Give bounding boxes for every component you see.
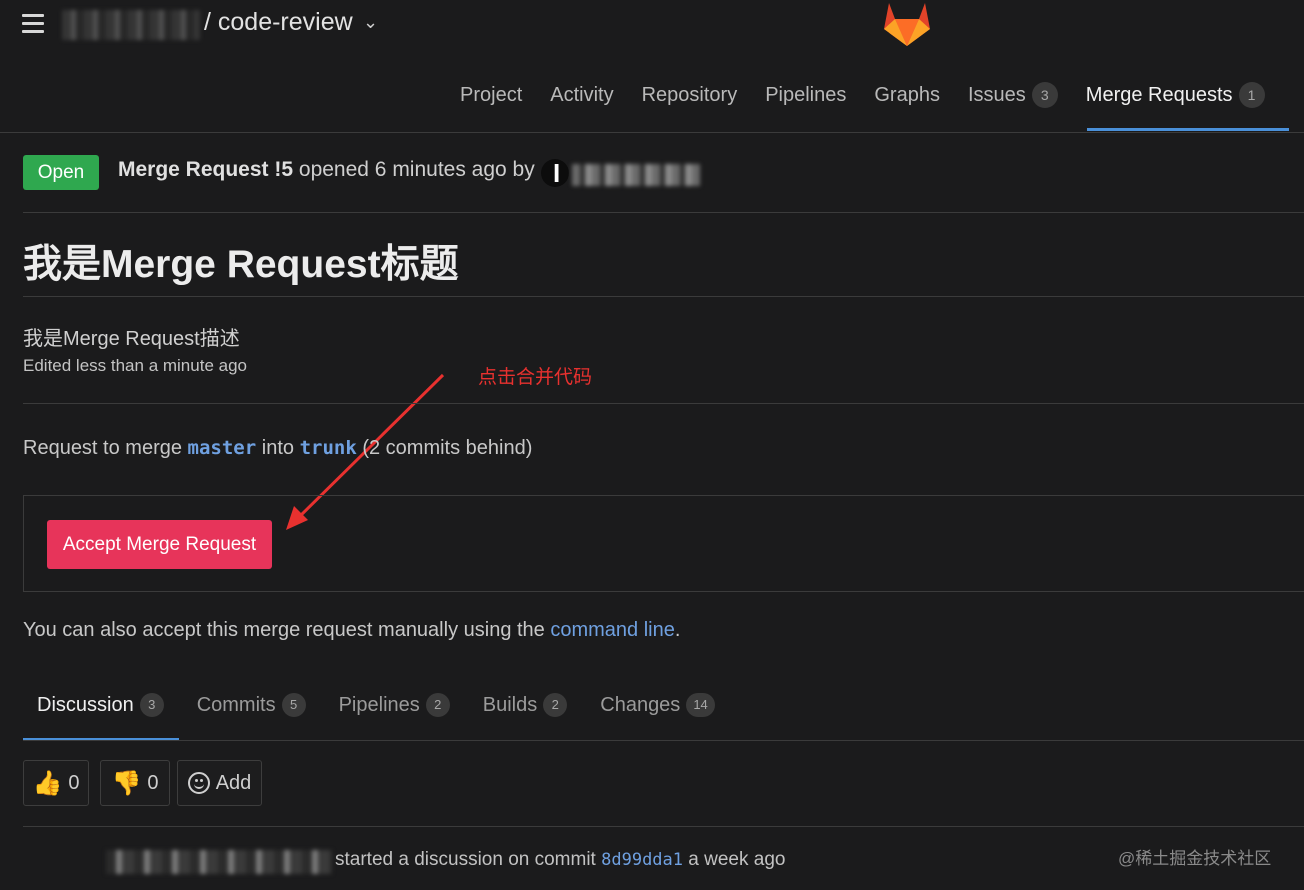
merge-requests-count-badge: 1 <box>1238 82 1265 108</box>
commits-behind: (2 commits behind) <box>362 437 533 459</box>
nav-active-underline <box>1087 128 1289 131</box>
source-branch[interactable]: master <box>188 437 257 459</box>
tab-changes[interactable]: Changes 14 <box>586 690 729 720</box>
nav-repository[interactable]: Repository <box>642 80 738 110</box>
discussion-entry: started a discussion on commit 8d99dda1 … <box>335 849 785 871</box>
discussion-time: a week ago <box>688 849 786 870</box>
tab-discussion[interactable]: Discussion 3 <box>23 690 178 720</box>
mr-tabs: Discussion 3 Commits 5 Pipelines 2 Builds 2 … <box>23 690 734 720</box>
accept-merge-request-button[interactable]: Accept Merge Request <box>47 520 272 569</box>
changes-count-badge: 14 <box>686 693 715 717</box>
divider <box>23 212 1304 213</box>
mr-description: 我是Merge Request描述 <box>23 328 240 350</box>
manual-merge-hint: You can also accept this merge request m… <box>23 619 680 642</box>
thumbs-down-count: 0 <box>147 771 159 794</box>
gitlab-logo[interactable] <box>880 0 934 48</box>
project-owner-redacted <box>62 10 200 40</box>
pipelines-count-badge: 2 <box>425 693 450 717</box>
manual-suffix: . <box>674 619 681 641</box>
page-title: 我是Merge Request标题 <box>23 243 459 286</box>
divider <box>23 740 1304 741</box>
header-divider <box>0 132 1304 133</box>
text-cursor-icon: I <box>553 158 561 188</box>
discussion-author-redacted[interactable] <box>106 850 332 874</box>
thumbs-down-button[interactable]: 👎 0 <box>100 760 170 806</box>
edited-timestamp: Edited less than a minute ago <box>23 356 247 375</box>
discussion-text: started a discussion on commit <box>335 849 596 870</box>
mr-reference: Merge Request !5 <box>118 158 294 181</box>
menu-icon[interactable] <box>22 14 44 34</box>
annotation-label: 点击合并代码 <box>478 367 593 388</box>
tab-builds[interactable]: Builds 2 <box>469 690 581 720</box>
commits-count-badge: 5 <box>281 693 306 717</box>
divider <box>23 296 1304 297</box>
chevron-down-icon[interactable]: ⌄ <box>363 12 378 33</box>
nav-merge-requests[interactable]: Merge Requests 1 <box>1086 80 1265 110</box>
mr-opened-text: opened 6 minutes ago by <box>298 158 535 181</box>
thumbs-up-button[interactable]: 👍 0 <box>23 760 89 806</box>
command-line-link[interactable]: command line <box>550 619 675 641</box>
thumbs-down-icon: 👎 <box>111 769 142 797</box>
builds-count-badge: 2 <box>543 693 568 717</box>
project-name[interactable]: / code-review <box>204 8 353 37</box>
nav-issues[interactable]: Issues 3 <box>968 80 1058 110</box>
nav-pipelines[interactable]: Pipelines <box>765 80 846 110</box>
project-nav: Project Activity Repository Pipelines Gr… <box>460 80 1293 110</box>
nav-project[interactable]: Project <box>460 80 522 110</box>
thumbs-up-count: 0 <box>68 771 80 794</box>
divider <box>23 826 1304 827</box>
merge-prefix: Request to merge <box>23 437 182 459</box>
smiley-icon <box>187 772 210 794</box>
divider <box>23 403 1304 404</box>
mr-meta: Merge Request !5 opened 6 minutes ago by <box>118 158 535 182</box>
nav-activity[interactable]: Activity <box>550 80 613 110</box>
add-award-button[interactable]: Add <box>177 760 262 806</box>
watermark: @稀土掘金技术社区 <box>1118 849 1272 868</box>
author-name-redacted[interactable] <box>572 164 700 186</box>
add-award-label: Add <box>215 771 252 794</box>
discussion-count-badge: 3 <box>139 693 164 717</box>
thumbs-up-icon: 👍 <box>32 769 63 797</box>
merge-branches-line: Request to merge master into trunk (2 co… <box>23 437 532 460</box>
status-badge: Open <box>23 155 99 190</box>
issues-count-badge: 3 <box>1031 82 1058 108</box>
merge-into-text: into <box>261 437 294 459</box>
nav-graphs[interactable]: Graphs <box>874 80 940 110</box>
target-branch[interactable]: trunk <box>300 437 357 459</box>
manual-prefix: You can also accept this merge request m… <box>23 619 545 641</box>
tab-commits[interactable]: Commits 5 <box>183 690 320 720</box>
tab-pipelines[interactable]: Pipelines 2 <box>325 690 464 720</box>
commit-link[interactable]: 8d99dda1 <box>601 850 683 870</box>
